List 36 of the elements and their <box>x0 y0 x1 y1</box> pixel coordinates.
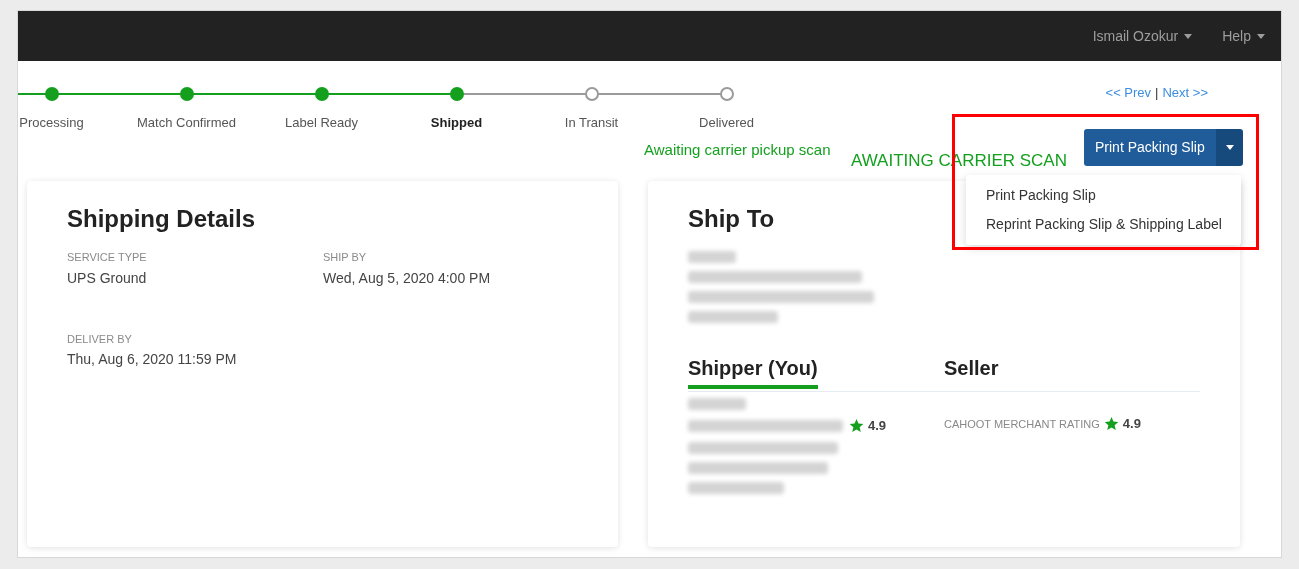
dropdown-toggle[interactable] <box>1216 129 1243 166</box>
status-message: Awaiting carrier pickup scan <box>644 140 831 160</box>
pager-separator: | <box>1155 84 1159 102</box>
step-label: Delivered <box>699 114 754 132</box>
field-value: Thu, Aug 6, 2020 11:59 PM <box>67 350 238 369</box>
next-link[interactable]: Next >> <box>1162 83 1208 103</box>
blurred-text <box>688 398 746 410</box>
step-label: Match Confirmed <box>137 114 236 132</box>
step-label: Label Ready <box>285 114 358 132</box>
print-packing-slip-button[interactable]: Print Packing Slip <box>1084 129 1217 166</box>
step-label: Processing <box>19 114 84 132</box>
field-label: SERVICE TYPE <box>67 250 148 265</box>
caret-icon <box>1184 33 1193 39</box>
rating-value: 4.9 <box>868 417 887 435</box>
step-label: In Transit <box>564 114 619 132</box>
star-icon <box>849 418 864 434</box>
nav-menu[interactable]: Help <box>1222 25 1265 47</box>
section-tab[interactable]: Seller <box>944 353 1200 391</box>
prev-link[interactable]: << Prev <box>1105 83 1152 103</box>
caret-icon <box>1257 33 1265 39</box>
field-label: SHIP BY <box>323 250 368 265</box>
field-value: Wed, Aug 5, 2020 4:00 PM <box>323 268 492 288</box>
card-title: Ship To <box>688 204 775 234</box>
section-tab[interactable]: Shipper (You) <box>688 353 944 391</box>
rating-value: 4.9 <box>1122 415 1141 433</box>
nav-menu[interactable]: Ismail Ozokur <box>1092 25 1193 47</box>
field-label: DELIVER BY <box>67 331 133 347</box>
caret-icon <box>1225 145 1234 150</box>
field-value: UPS Ground <box>67 268 148 288</box>
step-label: Shipped <box>430 114 483 132</box>
rating-label: CAHOOT MERCHANT RATING <box>944 416 1100 432</box>
card-title: Shipping Details <box>67 204 255 234</box>
menu-item[interactable]: Print Packing Slip <box>966 181 1241 210</box>
star-icon <box>1103 416 1119 432</box>
menu-item[interactable]: Reprint Packing Slip & Shipping Label <box>966 210 1241 239</box>
blurred-text <box>688 251 736 263</box>
